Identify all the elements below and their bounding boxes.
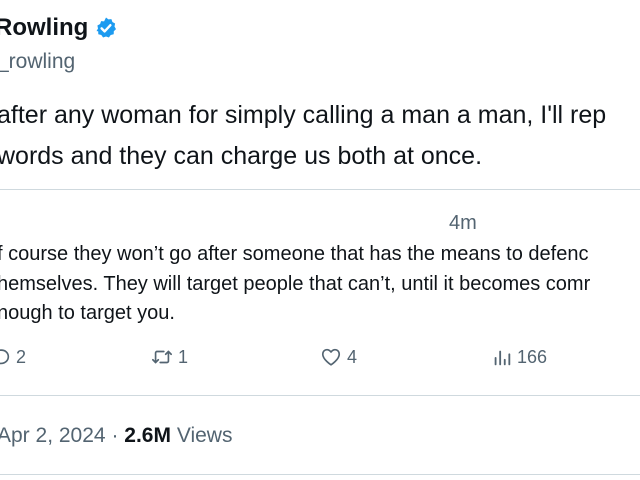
like-button[interactable]: 4 bbox=[319, 346, 357, 368]
retweet-icon bbox=[152, 350, 172, 364]
author-header: Rowling bbox=[0, 14, 118, 42]
reply-button[interactable]: 2 bbox=[0, 346, 26, 368]
author-handle[interactable]: _rowling bbox=[0, 50, 75, 74]
views-count: 166 bbox=[517, 346, 548, 367]
verified-badge-icon bbox=[96, 17, 117, 38]
reply-count: 2 bbox=[16, 346, 27, 367]
retweet-count: 1 bbox=[178, 346, 189, 367]
tweet-text-line-2: words and they can charge us both at onc… bbox=[0, 142, 483, 170]
post-text-line-1: f course they won’t go after someone tha… bbox=[0, 243, 589, 265]
divider bbox=[0, 474, 640, 475]
divider bbox=[0, 189, 640, 190]
retweet-button[interactable]: 1 bbox=[150, 346, 188, 368]
views-icon bbox=[494, 350, 511, 366]
views-button[interactable]: 166 bbox=[491, 346, 547, 368]
meta-separator: · bbox=[111, 424, 119, 447]
post-text-line-3: nough to target you. bbox=[0, 302, 175, 324]
reply-icon bbox=[0, 349, 10, 365]
tweet-date[interactable]: Apr 2, 2024 bbox=[0, 424, 106, 447]
tweet-meta: Apr 2, 2024 · 2.6M Views bbox=[0, 424, 232, 448]
like-count: 4 bbox=[347, 346, 358, 367]
view-label: Views bbox=[176, 424, 233, 447]
post-timestamp[interactable]: 4m bbox=[449, 212, 477, 235]
like-icon bbox=[321, 348, 341, 366]
post-text-line-2: hemselves. They will target people that … bbox=[0, 273, 591, 295]
divider bbox=[0, 395, 640, 396]
tweet-text-line-1: after any woman for simply calling a man… bbox=[0, 101, 607, 129]
author-name[interactable]: Rowling bbox=[0, 14, 88, 42]
view-count: 2.6M bbox=[124, 424, 171, 447]
